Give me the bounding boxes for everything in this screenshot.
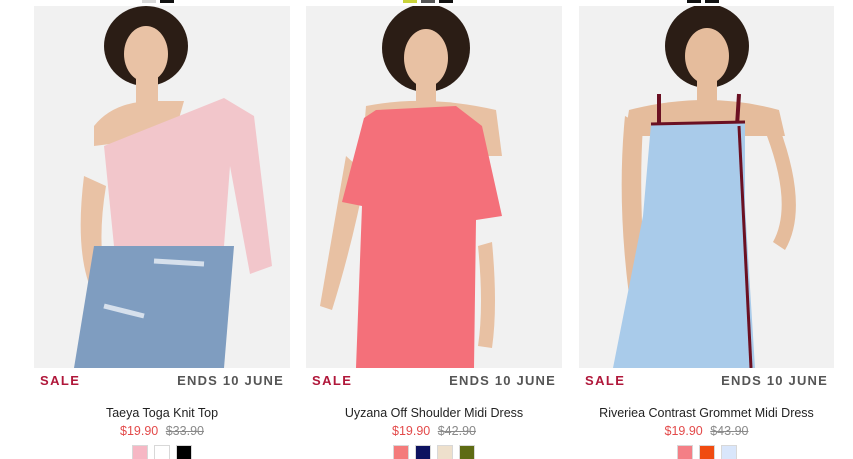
swatch[interactable]	[687, 0, 701, 3]
swatch[interactable]	[439, 0, 453, 3]
color-swatch[interactable]	[132, 445, 148, 459]
color-swatch[interactable]	[676, 445, 693, 459]
product-card[interactable]: SALE ENDS 10 JUNE Riveriea Contrast Grom…	[579, 6, 834, 459]
original-price: $33.90	[165, 424, 204, 438]
sale-bar: SALE ENDS 10 JUNE	[579, 368, 834, 392]
color-swatch[interactable]	[176, 445, 192, 459]
sale-badge: SALE	[40, 372, 81, 388]
sale-end-date: ENDS 10 JUNE	[721, 372, 828, 388]
color-swatches	[579, 445, 834, 459]
color-swatch[interactable]	[698, 445, 715, 459]
color-swatch[interactable]	[459, 445, 475, 459]
product-image[interactable]	[579, 6, 834, 368]
price-block: $19.90 $33.90	[34, 424, 290, 439]
color-swatch[interactable]	[154, 445, 170, 459]
product-name[interactable]: Riveriea Contrast Grommet Midi Dress	[579, 406, 834, 421]
sale-price: $19.90	[120, 424, 159, 438]
color-swatch[interactable]	[437, 445, 453, 459]
sale-end-date: ENDS 10 JUNE	[449, 372, 556, 388]
top-swatch-row-2	[403, 0, 453, 3]
top-swatch-row-1	[142, 0, 174, 3]
sale-bar: SALE ENDS 10 JUNE	[34, 368, 290, 392]
product-image[interactable]	[306, 6, 562, 368]
price-block: $19.90 $42.90	[306, 424, 562, 439]
product-name[interactable]: Uyzana Off Shoulder Midi Dress	[306, 406, 562, 421]
sale-price: $19.90	[664, 424, 703, 438]
product-name[interactable]: Taeya Toga Knit Top	[34, 406, 290, 421]
price-block: $19.90 $43.90	[579, 424, 834, 439]
original-price: $43.90	[710, 424, 749, 438]
color-swatches	[306, 445, 562, 459]
product-card[interactable]: SALE ENDS 10 JUNE Uyzana Off Shoulder Mi…	[306, 6, 562, 459]
color-swatch[interactable]	[415, 445, 431, 459]
sale-end-date: ENDS 10 JUNE	[177, 372, 284, 388]
color-swatches	[34, 445, 290, 459]
product-card[interactable]: SALE ENDS 10 JUNE Taeya Toga Knit Top $1…	[34, 6, 290, 459]
swatch[interactable]	[705, 0, 719, 3]
color-swatch[interactable]	[720, 445, 737, 459]
top-swatch-row-3	[687, 0, 719, 3]
original-price: $42.90	[437, 424, 476, 438]
sale-price: $19.90	[392, 424, 431, 438]
color-swatch[interactable]	[393, 445, 409, 459]
sale-badge: SALE	[312, 372, 353, 388]
product-image[interactable]	[34, 6, 290, 368]
sale-badge: SALE	[585, 372, 626, 388]
swatch[interactable]	[421, 0, 435, 3]
sale-bar: SALE ENDS 10 JUNE	[306, 368, 562, 392]
swatch[interactable]	[160, 0, 174, 3]
swatch[interactable]	[403, 0, 417, 3]
swatch[interactable]	[142, 0, 156, 3]
